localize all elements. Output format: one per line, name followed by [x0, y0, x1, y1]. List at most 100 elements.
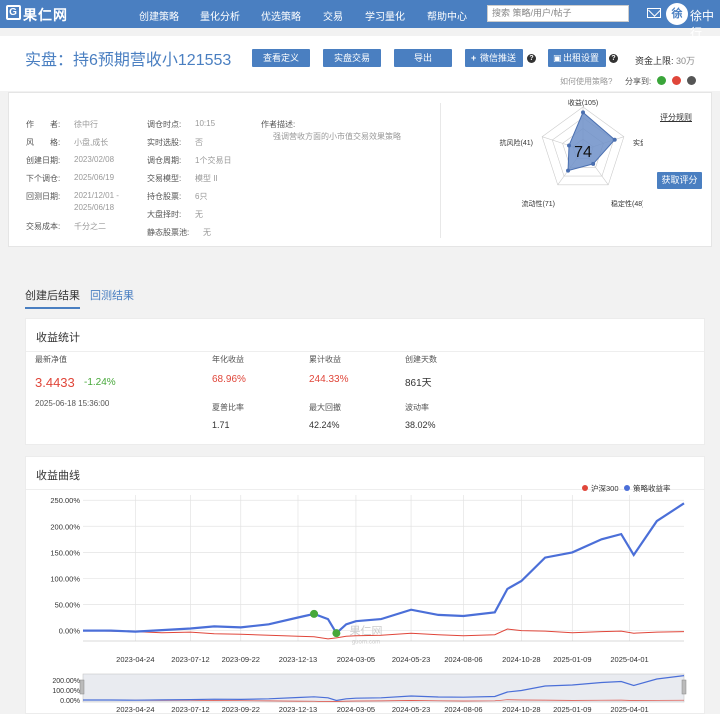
- top-nav-bar: G 果仁网 创建策略 量化分析 优选策略 交易 学习量化 帮助中心 搜索 策略/用…: [0, 0, 720, 40]
- navigator-x-label: 2025-01-09: [553, 705, 591, 713]
- navigator-x-label: 2024-08-06: [444, 705, 482, 713]
- page-title: 实盘：持6预期营收小121553: [25, 52, 232, 69]
- tab-post-creation[interactable]: 创建后结果: [25, 287, 80, 309]
- legend-label: 沪深300: [591, 483, 619, 493]
- return-stats-panel: 收益统计 最新净值 3.4433 -1.24% 2025-06-18 15:36…: [25, 318, 705, 445]
- how-to-link[interactable]: 如何使用策略?: [560, 76, 612, 87]
- navigator-x-label: 2025-04-01: [610, 705, 648, 713]
- next-rebalance-value: 2025/06/19: [74, 173, 115, 182]
- description-label: 作者描述:: [261, 120, 296, 129]
- export-button[interactable]: 导出: [394, 49, 452, 67]
- help-icon[interactable]: ?: [609, 54, 618, 63]
- wechat-push-label: 微信推送: [479, 53, 516, 63]
- info-label: 交易模型:: [147, 174, 182, 183]
- info-label: 持仓股票:: [147, 192, 182, 201]
- sharpe-value: 1.71: [212, 420, 230, 430]
- nav-item-analysis[interactable]: 量化分析: [200, 8, 240, 23]
- stat-label: 最大回撤: [309, 403, 341, 412]
- help-icon[interactable]: ?: [527, 54, 536, 63]
- holdings-value: 6只: [195, 192, 208, 201]
- radar-score: 74: [574, 144, 592, 161]
- search-input[interactable]: 搜索 策略/用户/帖子: [487, 5, 629, 22]
- divider: [440, 103, 441, 238]
- trade-model-value: 模型 II: [195, 174, 218, 183]
- info-label: 交易成本:: [26, 222, 61, 231]
- info-label: 大盘择时:: [147, 210, 182, 219]
- info-label: 调仓周期:: [147, 156, 182, 165]
- y-tick-label: 250.00%: [50, 496, 80, 505]
- nav-item-help[interactable]: 帮助中心: [427, 8, 467, 23]
- return-line-chart[interactable]: 沪深300 策略收益率 250.00% 200.00% 150.00% 100.00% 50…: [26, 481, 704, 713]
- drawdown-marker: [332, 629, 341, 638]
- annual-return-value: 68.96%: [212, 374, 246, 385]
- nav-item-learn[interactable]: 学习量化: [365, 8, 405, 23]
- radar-axis-label: 流动性(71): [522, 199, 555, 208]
- volatility-value: 38.02%: [405, 420, 436, 430]
- stat-label: 年化收益: [212, 355, 244, 364]
- score-rules-link[interactable]: 评分规则: [660, 112, 692, 123]
- backtest-end-value: 2025/06/18: [74, 203, 115, 212]
- stat-label: 夏普比率: [212, 403, 244, 412]
- strategy-header: 实盘：持6预期营收小121553 查看定义 实盘交易 导出 + 微信推送 ? ▣ 出…: [0, 36, 720, 91]
- navigator-y-label: 0.00%: [60, 698, 80, 705]
- info-label: 作 者:: [26, 120, 61, 129]
- navigator-x-label: 2023-07-12: [171, 705, 209, 713]
- navigator-x-label: 2023-04-24: [116, 705, 154, 713]
- nav-item-featured[interactable]: 优选策略: [261, 8, 301, 23]
- plus-icon: +: [471, 53, 477, 63]
- logo-text: 果仁网: [23, 7, 68, 23]
- rent-settings-button[interactable]: ▣ 出租设置: [548, 49, 606, 67]
- live-trade-button[interactable]: 实盘交易: [323, 49, 381, 67]
- radar-axis-label: 收益(105): [568, 98, 598, 107]
- stat-label: 创建天数: [405, 355, 437, 364]
- navigator-y-label: 200.00%: [52, 678, 80, 685]
- weibo-icon[interactable]: [672, 76, 681, 85]
- share-label: 分享到:: [625, 77, 652, 86]
- navigator-x-label: 2023-12-13: [279, 705, 317, 713]
- return-curve-panel: 收益曲线 沪深300 策略收益率 250.00% 200.00% 150.00% 100.…: [25, 456, 705, 714]
- radar-axis-label: 抗风险(41): [500, 138, 533, 147]
- max-drawdown-value: 42.24%: [309, 420, 340, 430]
- x-tick-label: 2024-03-05: [337, 655, 375, 664]
- x-tick-label: 2024-05-23: [392, 655, 430, 664]
- score-radar-chart: 收益(105) 实盘(93) 稳定性(48) 流动性(71) 抗风险(41) 74: [500, 98, 643, 208]
- info-label: 回测日期:: [26, 192, 61, 201]
- nav-label: 最新净值: [35, 355, 67, 364]
- radar-axis-label: 稳定性(48): [611, 199, 643, 208]
- created-date-value: 2023/02/08: [74, 155, 115, 164]
- navigator-handle-right[interactable]: [681, 679, 687, 695]
- tab-backtest[interactable]: 回测结果: [90, 287, 134, 303]
- avatar[interactable]: 徐: [666, 3, 688, 25]
- nav-item-trade[interactable]: 交易: [323, 8, 343, 23]
- author-value[interactable]: 徐中行: [74, 119, 98, 130]
- navigator-x-label: 2024-05-23: [392, 705, 430, 713]
- logo-icon: G: [6, 5, 21, 20]
- share-more-icon[interactable]: [687, 76, 696, 85]
- series-line-strategy: [83, 502, 685, 635]
- stat-label: 累计收益: [309, 355, 341, 364]
- style-value: 小盘,成长: [74, 138, 109, 147]
- info-label: 创建日期:: [26, 156, 61, 165]
- rent-settings-label: 出租设置: [562, 53, 599, 63]
- info-label: 静态股票池:: [147, 228, 190, 237]
- rent-icon: ▣: [553, 53, 562, 63]
- wechat-icon[interactable]: [657, 76, 666, 85]
- y-tick-label: 50.00%: [55, 601, 81, 610]
- navigator-x-label: 2024-03-05: [337, 705, 375, 713]
- realtime-pick-value: 否: [195, 138, 203, 147]
- x-tick-label: 2025-01-09: [553, 655, 591, 664]
- x-tick-label: 2023-12-13: [279, 655, 317, 664]
- x-tick-label: 2023-07-12: [171, 655, 209, 664]
- nav-item-create[interactable]: 创建策略: [139, 8, 179, 23]
- navigator-handle-left[interactable]: [79, 679, 85, 695]
- get-score-button[interactable]: 获取评分: [657, 172, 702, 189]
- radar-point: [567, 143, 572, 148]
- info-label: 风 格:: [26, 138, 61, 147]
- x-tick-label: 2023-09-22: [222, 655, 260, 664]
- mail-icon[interactable]: [647, 8, 661, 18]
- info-label: 实时选股:: [147, 138, 182, 147]
- wechat-push-button[interactable]: + 微信推送: [465, 49, 523, 67]
- view-definition-button[interactable]: 查看定义: [252, 49, 310, 67]
- description-text: 强调营收方面的小市值交易效果策略: [273, 132, 401, 141]
- site-logo[interactable]: G 果仁网: [6, 5, 68, 25]
